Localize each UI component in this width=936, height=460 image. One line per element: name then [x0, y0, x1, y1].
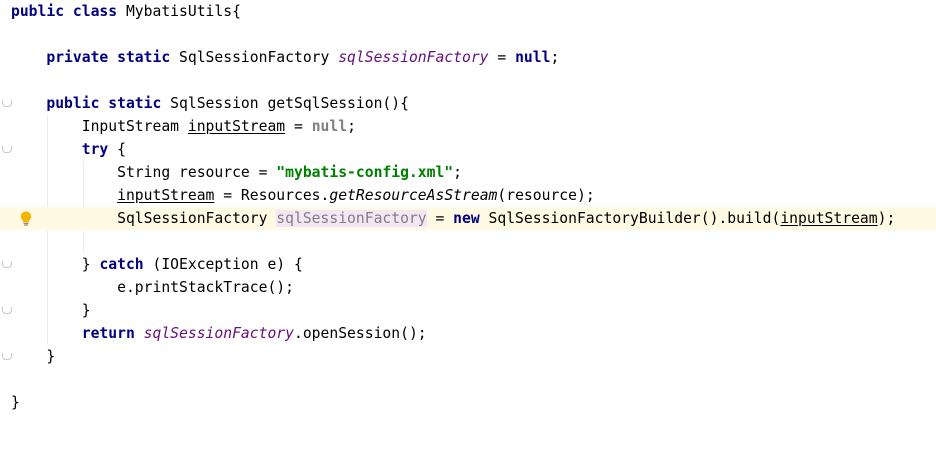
keyword-return: return [81, 325, 135, 342]
keyword-private: private [46, 49, 109, 66]
semicolon: ; [347, 118, 356, 135]
keyword-new: new [453, 210, 480, 227]
keyword-static: static [108, 95, 162, 112]
keyword-static: static [117, 49, 171, 66]
keyword-try: try [81, 141, 109, 158]
code-line-3[interactable]: private static SqlSessionFactory sqlSess… [0, 46, 936, 69]
call-end: ); [877, 210, 896, 227]
field-name: sqlSessionFactory [338, 49, 489, 66]
code-line-10-current[interactable]: SqlSessionFactory sqlSessionFactory = ne… [0, 207, 936, 230]
semicolon: ; [550, 49, 560, 66]
code-line-1[interactable]: public class MybatisUtils{ [0, 0, 936, 23]
assignment: = Resources. [214, 187, 330, 204]
catch-clause: (IOException e) { [143, 256, 303, 273]
code-line-16[interactable]: } [0, 345, 936, 368]
operator: = [488, 49, 516, 66]
brace: { [108, 141, 126, 158]
operator: = [285, 118, 312, 135]
code-editor[interactable]: public class MybatisUtils{ private stati… [0, 0, 936, 411]
code-line-18[interactable]: } [0, 391, 936, 414]
var-type: SqlSessionFactory [117, 210, 277, 227]
field-name: sqlSessionFactory [143, 325, 294, 342]
keyword-null: null [515, 49, 551, 66]
class-name: MybatisUtils{ [117, 3, 241, 20]
reassigned-variable: inputStream [117, 187, 215, 204]
brace: } [81, 302, 91, 319]
var-type: InputStream [81, 118, 188, 135]
unused-local-variable: sqlSessionFactory [276, 210, 427, 227]
redundant-null: null [311, 118, 348, 135]
code-line-7[interactable]: try { [0, 138, 936, 161]
code-line-12[interactable]: } catch (IOException e) { [0, 253, 936, 276]
code-line-13[interactable]: e.printStackTrace(); [0, 276, 936, 299]
code-line-6[interactable]: InputStream inputStream = null; [0, 115, 936, 138]
brace: } [46, 348, 56, 365]
field-type: SqlSessionFactory [170, 49, 339, 66]
builder-call: SqlSessionFactoryBuilder().build( [479, 210, 781, 227]
code-line-5[interactable]: public static SqlSession getSqlSession()… [0, 92, 936, 115]
brace: } [81, 256, 100, 273]
reassigned-variable: inputStream [187, 118, 286, 135]
method-call: .openSession(); [293, 325, 427, 342]
keyword-catch: catch [99, 256, 144, 273]
code-line-15[interactable]: return sqlSessionFactory.openSession(); [0, 322, 936, 345]
semicolon: ; [453, 164, 462, 181]
statement: e.printStackTrace(); [117, 279, 294, 296]
reassigned-variable: inputStream [780, 210, 878, 227]
code-line-8[interactable]: String resource = "mybatis-config.xml"; [0, 161, 936, 184]
brace: } [11, 394, 20, 411]
keyword-public: public [46, 95, 100, 112]
string-decl: String resource = [117, 164, 277, 181]
string-literal: "mybatis-config.xml" [276, 164, 454, 181]
method-args: (resource); [497, 187, 595, 204]
code-line-9[interactable]: inputStream = Resources.getResourceAsStr… [0, 184, 936, 207]
method-signature: SqlSession getSqlSession(){ [161, 95, 409, 112]
code-line-14[interactable]: } [0, 299, 936, 322]
keyword-class: class [72, 3, 118, 20]
static-method-call: getResourceAsStream [329, 187, 498, 204]
keyword-public: public [11, 3, 65, 20]
operator: = [426, 210, 454, 227]
